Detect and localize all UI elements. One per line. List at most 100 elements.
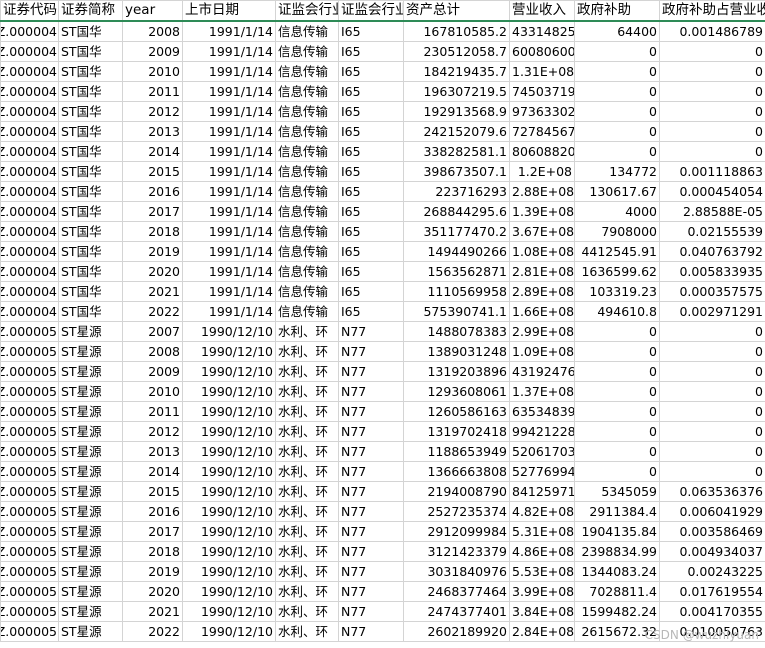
table-cell[interactable]: 3.99E+08 (509, 581, 575, 602)
table-cell[interactable]: 1293608061 (403, 381, 510, 402)
table-cell[interactable]: 0 (574, 461, 660, 482)
table-cell[interactable]: 0 (659, 381, 765, 402)
table-cell[interactable]: 0 (659, 461, 765, 482)
table-cell[interactable]: N77 (338, 601, 404, 622)
header-cell[interactable]: 证监会行业 (275, 0, 339, 22)
table-cell[interactable]: ST国华 (58, 261, 123, 282)
table-cell[interactable]: 2014 (122, 461, 183, 482)
table-cell[interactable]: 0 (574, 341, 660, 362)
table-cell[interactable]: 268844295.6 (403, 201, 510, 222)
table-cell[interactable]: 2018 (122, 541, 183, 562)
table-cell[interactable]: 2010 (122, 61, 183, 82)
table-cell[interactable]: 4.82E+08 (509, 501, 575, 522)
table-cell[interactable]: ST星源 (58, 541, 123, 562)
table-cell[interactable]: 信息传输 (275, 281, 339, 302)
table-cell[interactable]: 000005.SZ (0, 401, 59, 422)
table-cell[interactable]: I65 (338, 161, 404, 182)
table-cell[interactable]: 000004.SZ (0, 161, 59, 182)
table-cell[interactable]: 000005.SZ (0, 521, 59, 542)
table-cell[interactable]: I65 (338, 201, 404, 222)
table-cell[interactable]: 2018 (122, 221, 183, 242)
table-cell[interactable]: 2011 (122, 401, 183, 422)
table-cell[interactable]: ST星源 (58, 501, 123, 522)
table-cell[interactable]: 1990/12/10 (182, 461, 276, 482)
table-cell[interactable]: 000004.SZ (0, 241, 59, 262)
table-cell[interactable]: 74503719 (509, 81, 575, 102)
table-cell[interactable]: 2013 (122, 121, 183, 142)
table-cell[interactable]: 信息传输 (275, 221, 339, 242)
table-cell[interactable]: 信息传输 (275, 121, 339, 142)
table-cell[interactable]: 398673507.1 (403, 161, 510, 182)
table-cell[interactable]: 0 (574, 381, 660, 402)
table-cell[interactable]: 2012 (122, 421, 183, 442)
table-cell[interactable]: N77 (338, 421, 404, 442)
table-cell[interactable]: 1991/1/14 (182, 301, 276, 322)
table-cell[interactable]: 水利、环 (275, 601, 339, 622)
table-cell[interactable]: 0 (574, 361, 660, 382)
table-cell[interactable]: ST星源 (58, 401, 123, 422)
table-cell[interactable]: I65 (338, 241, 404, 262)
table-cell[interactable]: 43314825 (509, 20, 575, 42)
table-cell[interactable]: ST星源 (58, 561, 123, 582)
table-cell[interactable]: 2020 (122, 261, 183, 282)
table-cell[interactable]: 0 (659, 421, 765, 442)
table-cell[interactable]: 000004.SZ (0, 81, 59, 102)
table-cell[interactable]: 水利、环 (275, 361, 339, 382)
table-cell[interactable]: 84125971 (509, 481, 575, 502)
table-cell[interactable]: 2016 (122, 501, 183, 522)
table-cell[interactable]: 99421228 (509, 421, 575, 442)
table-cell[interactable]: ST星源 (58, 481, 123, 502)
table-cell[interactable]: 5.53E+08 (509, 561, 575, 582)
table-cell[interactable]: ST国华 (58, 41, 123, 62)
table-cell[interactable]: 0 (574, 441, 660, 462)
table-cell[interactable]: 信息传输 (275, 20, 339, 42)
table-cell[interactable]: 1990/12/10 (182, 481, 276, 502)
table-cell[interactable]: 1991/1/14 (182, 161, 276, 182)
table-cell[interactable]: 2010 (122, 381, 183, 402)
table-cell[interactable]: 信息传输 (275, 181, 339, 202)
table-cell[interactable]: 1991/1/14 (182, 20, 276, 42)
table-cell[interactable]: N77 (338, 461, 404, 482)
table-cell[interactable]: N77 (338, 521, 404, 542)
table-cell[interactable]: 3121423379 (403, 541, 510, 562)
table-cell[interactable]: 水利、环 (275, 561, 339, 582)
table-cell[interactable]: 0 (574, 101, 660, 122)
table-cell[interactable]: 0 (659, 341, 765, 362)
table-cell[interactable]: 0 (574, 321, 660, 342)
table-cell[interactable]: 1990/12/10 (182, 361, 276, 382)
table-cell[interactable]: ST星源 (58, 321, 123, 342)
table-cell[interactable]: 信息传输 (275, 141, 339, 162)
table-cell[interactable]: 2016 (122, 181, 183, 202)
table-cell[interactable]: ST国华 (58, 201, 123, 222)
table-cell[interactable]: 4412545.91 (574, 241, 660, 262)
table-cell[interactable]: ST星源 (58, 521, 123, 542)
table-cell[interactable]: 2527235374 (403, 501, 510, 522)
table-cell[interactable]: ST星源 (58, 621, 123, 642)
table-cell[interactable]: 1991/1/14 (182, 121, 276, 142)
table-cell[interactable]: 000005.SZ (0, 561, 59, 582)
table-cell[interactable]: 000004.SZ (0, 201, 59, 222)
table-cell[interactable]: 000004.SZ (0, 121, 59, 142)
table-cell[interactable]: 1990/12/10 (182, 561, 276, 582)
table-cell[interactable]: 水利、环 (275, 321, 339, 342)
table-cell[interactable]: 000004.SZ (0, 301, 59, 322)
table-cell[interactable]: 103319.23 (574, 281, 660, 302)
table-cell[interactable]: 2020 (122, 581, 183, 602)
table-cell[interactable]: 1990/12/10 (182, 621, 276, 642)
table-cell[interactable]: 2015 (122, 481, 183, 502)
table-cell[interactable]: 1990/12/10 (182, 541, 276, 562)
table-cell[interactable]: 1563562871 (403, 261, 510, 282)
table-cell[interactable]: 0 (659, 321, 765, 342)
table-cell[interactable]: 000005.SZ (0, 361, 59, 382)
table-cell[interactable]: 2007 (122, 321, 183, 342)
table-cell[interactable]: 7028811.4 (574, 581, 660, 602)
table-cell[interactable]: 信息传输 (275, 81, 339, 102)
table-cell[interactable]: N77 (338, 361, 404, 382)
table-cell[interactable]: 1991/1/14 (182, 81, 276, 102)
table-cell[interactable]: 0 (659, 441, 765, 462)
table-cell[interactable]: 0.006041929 (659, 501, 765, 522)
table-cell[interactable]: ST星源 (58, 381, 123, 402)
table-cell[interactable]: 1494490266 (403, 241, 510, 262)
table-cell[interactable]: 000004.SZ (0, 20, 59, 42)
table-cell[interactable]: 52061703 (509, 441, 575, 462)
